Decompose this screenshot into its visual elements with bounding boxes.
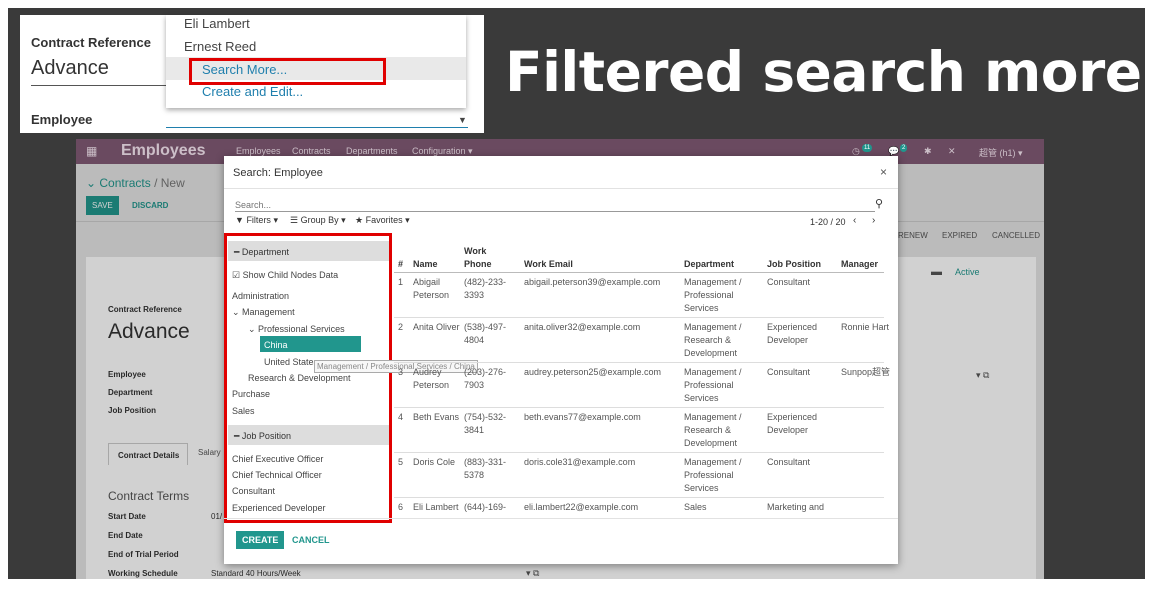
tools-icon[interactable]: ✕ [948, 146, 956, 157]
row-manager: Sunpop超管 [841, 367, 891, 377]
row-index: 5 [398, 457, 404, 467]
row-email: anita.oliver32@example.com [524, 322, 641, 332]
modal-footer-divider [224, 518, 898, 519]
create-edit-link[interactable]: Create and Edit... [202, 84, 303, 99]
chevron-down-icon[interactable]: ▼ [458, 115, 467, 125]
row-index: 3 [398, 367, 404, 377]
row-name: Audrey Peterson [413, 367, 450, 390]
row-phone: (883)-331-5378 [464, 457, 507, 480]
search-employee-modal: Search: Employee × ⚲ ▼ Filters ▾ ☰ Group… [224, 156, 898, 564]
col-index: # [398, 259, 404, 269]
modal-title: Search: Employee [233, 167, 323, 179]
pager-next-icon[interactable]: › [872, 215, 875, 226]
header-divider [394, 272, 884, 273]
row-divider [394, 497, 884, 498]
contract-ref-label: Contract Reference [31, 35, 151, 50]
row-name: Anita Oliver [413, 322, 460, 332]
employee-label: Employee [31, 112, 93, 127]
autocomplete-dropdown: Eli Lambert Ernest Reed Search More... C… [166, 15, 466, 108]
row-divider [394, 407, 884, 408]
col-job[interactable]: Job Position [767, 258, 821, 271]
row-job: Experienced Developer [767, 412, 818, 435]
row-email: audrey.peterson25@example.com [524, 367, 662, 377]
group-by-label: Group By ▾ [300, 215, 346, 225]
row-index: 4 [398, 412, 404, 422]
apps-grid-icon[interactable]: ▦ [86, 144, 97, 158]
row-department: Management / Research & Development [684, 412, 742, 448]
col-department[interactable]: Department [684, 258, 734, 271]
menu-contracts[interactable]: Contracts [292, 146, 331, 156]
row-name: Eli Lambert [413, 502, 459, 512]
menu-employees[interactable]: Employees [236, 146, 281, 156]
row-email: eli.lambert22@example.com [524, 502, 639, 512]
headline: Filtered search more! [505, 40, 1160, 104]
dropdown-item-ernest[interactable]: Ernest Reed [184, 39, 256, 54]
row-divider [394, 362, 884, 363]
row-name: Doris Cole [413, 457, 456, 467]
row-manager: Ronnie Hart [841, 322, 890, 332]
row-index: 6 [398, 502, 404, 512]
dropdown-item-eli[interactable]: Eli Lambert [184, 16, 250, 31]
row-job: Marketing and [767, 502, 825, 512]
row-divider [394, 452, 884, 453]
pager-prev-icon[interactable]: ‹ [853, 215, 856, 226]
bug-icon[interactable]: ✱ [924, 146, 932, 157]
search-panel: ━ Department ☑ Show Child Nodes Data Adm… [224, 233, 392, 523]
row-job: Experienced Developer [767, 322, 818, 345]
modal-header-divider [224, 188, 898, 189]
create-button[interactable]: CREATE [236, 531, 285, 549]
panel-highlight-box [224, 233, 392, 523]
row-phone: (644)-169- [464, 502, 507, 512]
highlight-box [189, 58, 386, 85]
row-job: Consultant [767, 457, 811, 467]
row-department: Management / Professional Services [684, 277, 742, 313]
search-icon[interactable]: ⚲ [875, 197, 883, 210]
favorites-menu[interactable]: ★ Favorites ▾ [355, 215, 410, 226]
user-menu[interactable]: 超管 (h1) ▾ [979, 146, 1023, 159]
message-badge: 2 [900, 144, 908, 152]
row-email: beth.evans77@example.com [524, 412, 641, 422]
col-email[interactable]: Work Email [524, 258, 573, 271]
row-department: Management / Professional Services [684, 457, 742, 493]
contract-ref-value[interactable]: Advance [31, 57, 109, 80]
row-phone: (482)-233-3393 [464, 277, 507, 300]
star-icon: ★ [355, 215, 364, 225]
cancel-button[interactable]: CANCEL [292, 535, 330, 545]
activity-badge: 11 [862, 144, 873, 152]
row-department: Management / Professional Services [684, 367, 742, 403]
row-name: Beth Evans [413, 412, 460, 422]
row-phone: (538)-497-4804 [464, 322, 507, 345]
menu-departments[interactable]: Departments [346, 146, 398, 156]
row-email: doris.cole31@example.com [524, 457, 636, 467]
row-divider [394, 317, 884, 318]
row-phone: (754)-532-3841 [464, 412, 507, 435]
col-phone[interactable]: Work Phone [464, 245, 504, 271]
filter-icon: ▼ [235, 215, 244, 225]
group-by-menu[interactable]: ☰ Group By ▾ [290, 215, 346, 226]
col-name[interactable]: Name [413, 258, 438, 271]
zoom-banner: Contract Reference Advance Employee Eli … [20, 15, 484, 133]
row-index: 1 [398, 277, 404, 287]
search-input[interactable] [235, 198, 875, 212]
filters-label: Filters ▾ [246, 215, 278, 225]
row-department: Management / Research & Development [684, 322, 742, 358]
row-job: Consultant [767, 367, 811, 377]
row-name: Abigail Peterson [413, 277, 450, 300]
col-manager[interactable]: Manager [841, 258, 878, 271]
favorites-label: Favorites ▾ [365, 215, 410, 225]
list-icon: ☰ [290, 215, 299, 225]
row-job: Consultant [767, 277, 811, 287]
pager-value[interactable]: 1-20 / 20 [810, 217, 846, 227]
close-icon[interactable]: × [880, 165, 887, 179]
row-index: 2 [398, 322, 404, 332]
filters-menu[interactable]: ▼ Filters ▾ [235, 215, 278, 226]
row-email: abigail.peterson39@example.com [524, 277, 661, 287]
ref-underline [31, 85, 171, 86]
employee-field-line[interactable] [166, 127, 468, 128]
row-department: Sales [684, 502, 707, 512]
app-title[interactable]: Employees [121, 142, 205, 160]
row-phone: (203)-276-7903 [464, 367, 507, 390]
